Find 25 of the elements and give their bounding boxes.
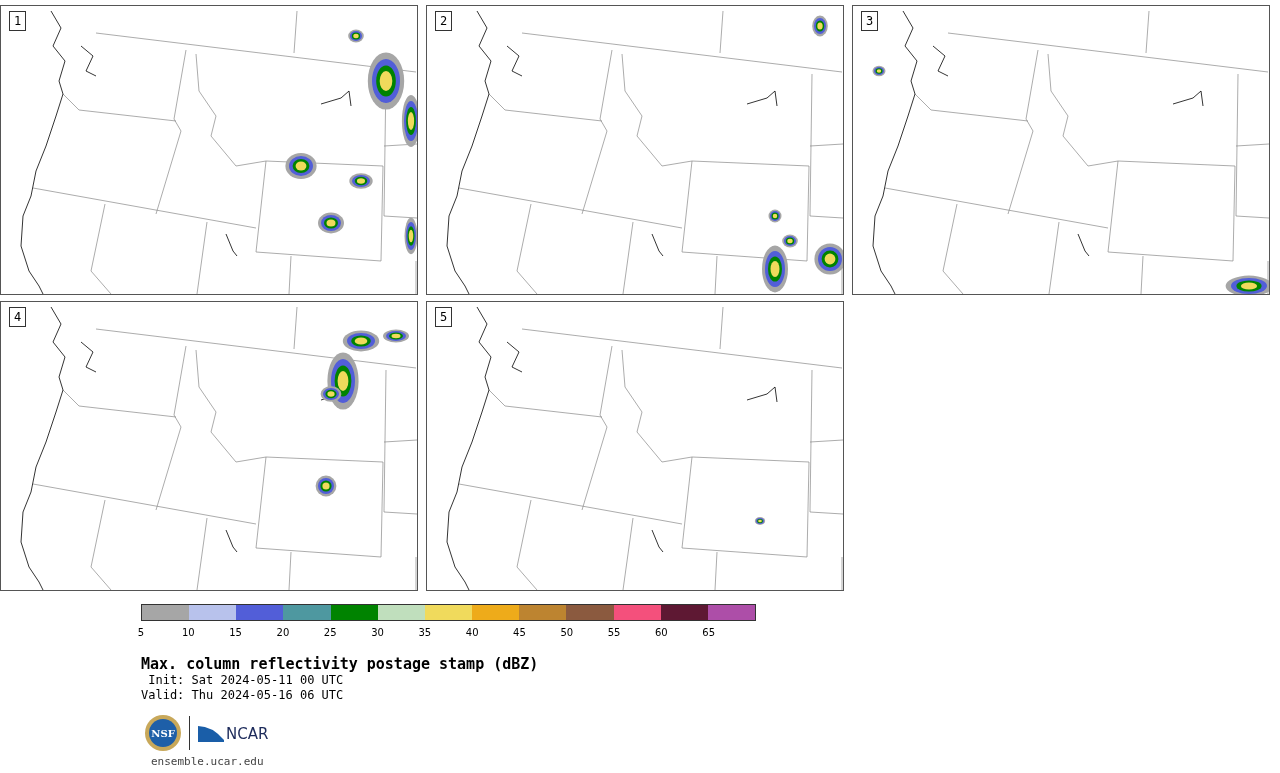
tick-label: 50 (560, 627, 574, 639)
panel-number: 1 (9, 11, 27, 31)
tick-label: 35 (418, 627, 432, 639)
init-time: Init: Sat 2024-05-11 00 UTC (147, 673, 345, 688)
tick-label: 55 (607, 627, 621, 639)
tick-label: 30 (371, 627, 384, 639)
valid-time: Valid: Thu 2024-05-16 06 UTC (141, 688, 345, 703)
tick-label: 20 (276, 627, 290, 639)
tick-label: 40 (465, 627, 479, 639)
ncar-logo: NCAR (198, 724, 269, 742)
tick-label: 60 (655, 627, 668, 639)
tick-label: 10 (181, 627, 195, 639)
panel-number: 4 (9, 307, 27, 327)
nsf-logo: NSF (145, 715, 181, 751)
chart-title: Max. column reflectivity postage stamp (dBZ) (141, 655, 540, 673)
ncar-mark-icon (198, 724, 224, 742)
tick-label: 15 (229, 627, 242, 639)
website-url: ensemble.ucar.edu (151, 755, 265, 769)
tick-label: 45 (513, 627, 526, 639)
tick-label: 5 (137, 627, 145, 639)
panel-number: 2 (435, 11, 453, 31)
panel-number: 5 (435, 307, 453, 327)
panel-number: 3 (861, 11, 879, 31)
tick-label: 65 (702, 627, 716, 639)
tick-label: 25 (323, 627, 337, 639)
